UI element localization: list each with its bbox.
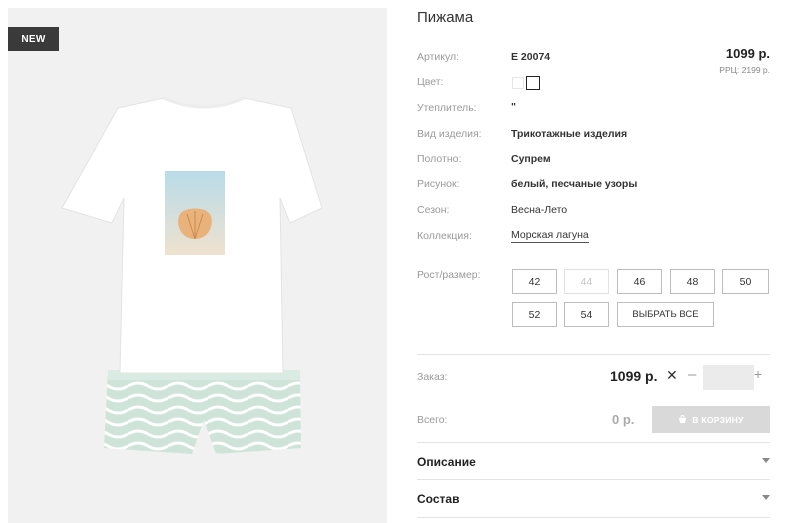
quantity-input[interactable] [703, 365, 754, 390]
select-all-sizes-button[interactable]: ВЫБРАТЬ ВСЕ [617, 302, 714, 327]
order-price: 1099 р. [610, 368, 658, 384]
size-54-button[interactable]: 54 [564, 302, 609, 327]
recommended-price: РРЦ: 2199 р. [719, 65, 770, 75]
insulation-label: Утеплитель: [417, 102, 477, 114]
season-value: Весна-Лето [511, 204, 568, 216]
size-42-button[interactable]: 42 [512, 269, 557, 294]
item-type-label: Вид изделия: [417, 128, 482, 140]
decrease-quantity-button[interactable]: – [688, 366, 696, 383]
insulation-value: " [511, 101, 516, 113]
collection-label: Коллекция: [417, 230, 472, 242]
size-52-button[interactable]: 52 [512, 302, 557, 327]
new-badge: NEW [8, 27, 59, 51]
color-swatch-1[interactable] [512, 77, 524, 89]
chevron-down-icon[interactable] [762, 495, 770, 500]
pattern-value: белый, песчаные узоры [511, 178, 638, 190]
product-price: 1099 р. [725, 46, 770, 61]
fabric-label: Полотно: [417, 153, 462, 165]
product-photo[interactable]: NEW [8, 8, 387, 523]
increase-quantity-button[interactable]: + [754, 366, 762, 382]
color-swatch-2-selected[interactable] [526, 76, 540, 90]
total-label: Всего: [417, 414, 448, 426]
product-title: Пижама [417, 9, 474, 26]
size-label: Рост/размер: [417, 269, 481, 281]
cart-icon [679, 415, 687, 423]
pajama-illustration [61, 96, 323, 454]
add-to-cart-label: В КОРЗИНУ [692, 414, 744, 425]
divider [417, 479, 770, 480]
fabric-value: Супрем [511, 153, 551, 165]
total-value: 0 р. [612, 412, 635, 427]
add-to-cart-button[interactable]: В КОРЗИНУ [652, 406, 770, 433]
size-46-button[interactable]: 46 [617, 269, 662, 294]
divider [417, 442, 770, 443]
chevron-down-icon[interactable] [762, 458, 770, 463]
order-label: Заказ: [417, 371, 448, 383]
season-label: Сезон: [417, 204, 450, 216]
size-48-button[interactable]: 48 [670, 269, 715, 294]
description-accordion[interactable]: Описание [417, 455, 476, 469]
size-50-button[interactable]: 50 [722, 269, 769, 294]
divider [417, 517, 770, 518]
size-44-button: 44 [564, 269, 609, 294]
item-type-value: Трикотажные изделия [511, 128, 628, 140]
article-value: Е 20074 [511, 51, 551, 63]
collection-link[interactable]: Морская лагуна [511, 229, 589, 243]
color-label: Цвет: [417, 76, 444, 88]
divider [417, 354, 770, 355]
article-label: Артикул: [417, 51, 460, 63]
composition-accordion[interactable]: Состав [417, 492, 459, 506]
multiply-icon: ✕ [666, 367, 678, 383]
pattern-label: Рисунок: [417, 178, 460, 190]
